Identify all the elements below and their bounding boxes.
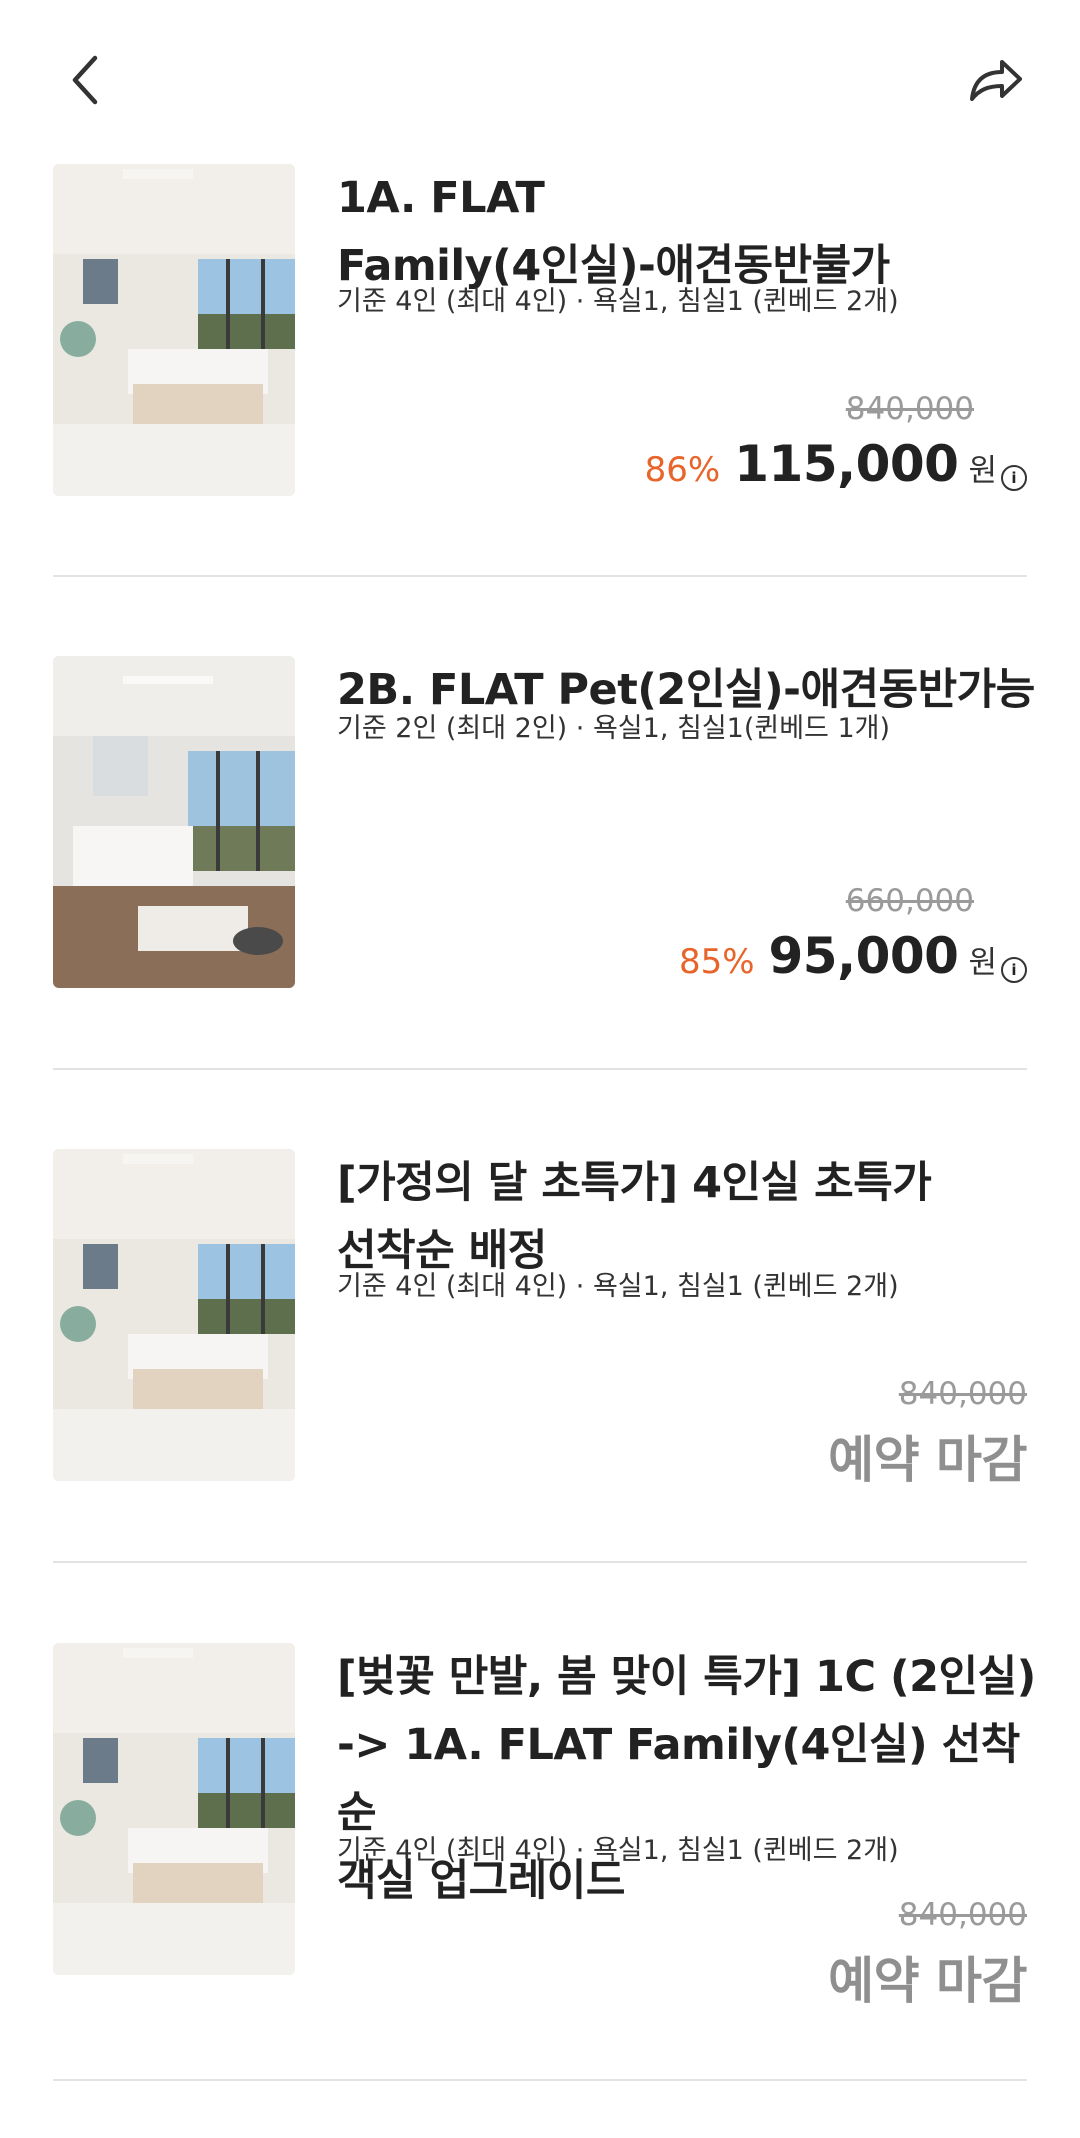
share-arrow-icon (970, 60, 1022, 101)
top-bar (0, 0, 1080, 160)
divider (53, 1068, 1027, 1070)
room-description: 기준 2인 (최대 2인) · 욕실1, 침실1(퀸베드 1개) (337, 713, 891, 744)
soldout-label: 예약 마감 (828, 1952, 1027, 2010)
price-block: 660,000 85% 95,000 원 i (679, 881, 1027, 985)
room-card[interactable]: 1A. FLAT Family(4인실)-애견동반불가 기준 4인 (최대 4인… (0, 164, 1080, 659)
sale-price: 115,000 (734, 435, 959, 493)
info-icon[interactable]: i (1001, 957, 1027, 983)
room-photo[interactable] (53, 164, 295, 496)
room-description: 기준 4인 (최대 4인) · 욕실1, 침실1 (퀸베드 2개) (337, 1271, 899, 1302)
info-icon[interactable]: i (1001, 465, 1027, 491)
discount-rate: 85% (678, 942, 755, 982)
room-photo[interactable] (53, 656, 295, 988)
divider (53, 1561, 1027, 1563)
room-photo-illustration (53, 1149, 295, 1481)
room-photo-illustration (53, 656, 295, 988)
room-card[interactable]: [벚꽃 만발, 봄 맞이 특가] 1C (2인실) -> 1A. FLAT Fa… (0, 1643, 1080, 2138)
room-card[interactable]: [가정의 달 초특가] 4인실 초특가 선착순 배정 기준 4인 (최대 4인)… (0, 1149, 1080, 1644)
divider (53, 2079, 1027, 2081)
soldout-label: 예약 마감 (828, 1431, 1027, 1489)
original-price: 660,000 (845, 883, 974, 919)
price-block: 840,000 예약 마감 (828, 1374, 1027, 1492)
room-photo[interactable] (53, 1149, 295, 1481)
room-photo[interactable] (53, 1643, 295, 1975)
room-title[interactable]: 1A. FLAT Family(4인실)-애견동반불가 (337, 164, 1037, 300)
currency-unit: 원 (968, 453, 997, 489)
price-line: 86% 115,000 원 i (645, 435, 1027, 493)
room-description: 기준 4인 (최대 4인) · 욕실1, 침실1 (퀸베드 2개) (337, 286, 899, 317)
currency-unit: 원 (968, 945, 997, 981)
room-photo-illustration (53, 1643, 295, 1975)
back-button[interactable] (45, 40, 125, 120)
price-line: 85% 95,000 원 i (679, 927, 1027, 985)
room-title[interactable]: [벚꽃 만발, 봄 맞이 특가] 1C (2인실) -> 1A. FLAT Fa… (337, 1643, 1037, 1915)
sale-price: 95,000 (768, 927, 959, 985)
room-photo-illustration (53, 164, 295, 496)
room-card[interactable]: 2B. FLAT Pet(2인실)-애견동반가능 기준 2인 (최대 2인) ·… (0, 656, 1080, 1151)
price-block: 840,000 예약 마감 (828, 1895, 1027, 2013)
room-title[interactable]: [가정의 달 초특가] 4인실 초특가 선착순 배정 (337, 1149, 1037, 1285)
chevron-left-icon (72, 55, 98, 105)
original-price: 840,000 (898, 1897, 1027, 1933)
discount-rate: 86% (644, 450, 721, 490)
price-block: 840,000 86% 115,000 원 i (645, 389, 1027, 493)
divider (53, 575, 1027, 577)
original-price: 840,000 (898, 1376, 1027, 1412)
room-description: 기준 4인 (최대 4인) · 욕실1, 침실1 (퀸베드 2개) (337, 1835, 899, 1866)
share-button[interactable] (956, 40, 1036, 120)
original-price: 840,000 (845, 391, 974, 427)
